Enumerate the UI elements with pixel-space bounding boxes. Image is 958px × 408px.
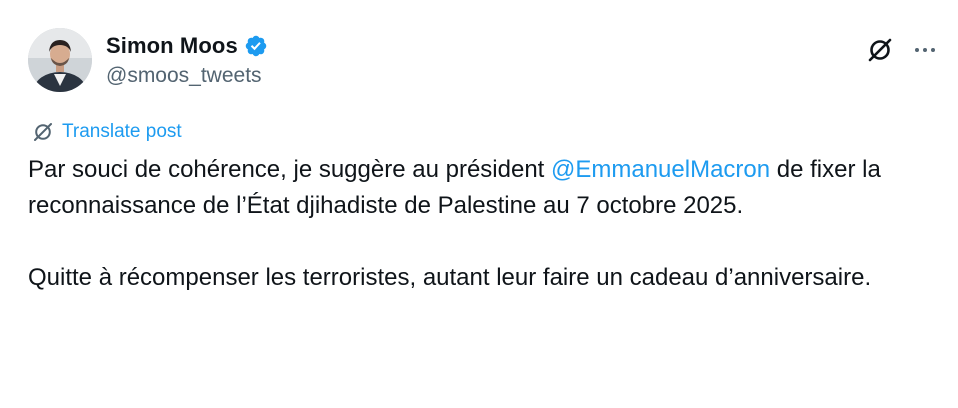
avatar[interactable] [28, 28, 92, 92]
tweet-actions [866, 36, 938, 69]
grok-icon[interactable] [866, 36, 894, 69]
author-display-name[interactable]: Simon Moos [106, 33, 238, 59]
tweet-header: Simon Moos @smoos_tweets [28, 28, 938, 92]
translate-post-link[interactable]: Translate post [32, 121, 182, 143]
tweet-paragraph-2: Quitte à récompenser les terroristes, au… [28, 264, 872, 291]
avatar-image [28, 28, 92, 92]
tweet-paragraph-1: Par souci de cohérence, je suggère au pr… [28, 152, 928, 224]
tweet-card: Simon Moos @smoos_tweets Translate post … [0, 0, 958, 408]
mention-link[interactable]: @EmmanuelMacron [551, 156, 770, 183]
author-info: Simon Moos @smoos_tweets [106, 32, 268, 88]
grok-icon [32, 121, 54, 143]
translate-post-label: Translate post [62, 121, 182, 142]
author-handle[interactable]: @smoos_tweets [106, 64, 268, 88]
more-options-icon[interactable] [912, 37, 938, 68]
name-row: Simon Moos [106, 32, 268, 60]
tweet-text-segment: Par souci de cohérence, je suggère au pr… [28, 156, 551, 183]
tweet-text: Par souci de cohérence, je suggère au pr… [28, 152, 928, 296]
verified-badge-icon[interactable] [244, 34, 268, 58]
